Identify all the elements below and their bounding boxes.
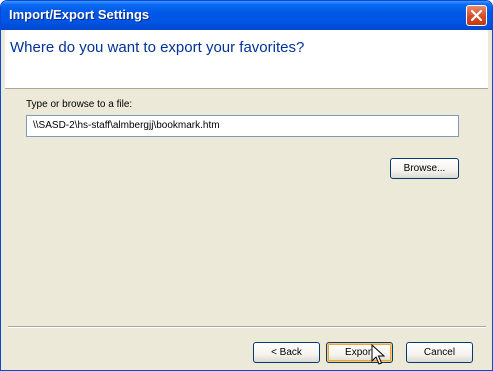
footer-divider (8, 326, 486, 328)
window-title: Import/Export Settings (9, 7, 150, 22)
file-path-input[interactable]: \\SASD-2\hs-staff\almbergjj\bookmark.htm (26, 115, 459, 137)
title-bar[interactable]: Import/Export Settings (1, 1, 492, 30)
browse-button[interactable]: Browse... (390, 158, 459, 179)
close-icon (470, 9, 483, 22)
close-button[interactable] (466, 5, 487, 26)
back-button[interactable]: < Back (253, 342, 320, 363)
cancel-button[interactable]: Cancel (406, 342, 473, 363)
page-title: Where do you want to export your favorit… (10, 39, 305, 56)
file-path-label: Type or browse to a file: (26, 99, 133, 110)
import-export-dialog: Import/Export Settings Where do you want… (0, 0, 493, 371)
mouse-pointer-icon (371, 344, 385, 365)
wizard-header: Where do you want to export your favorit… (5, 30, 488, 89)
